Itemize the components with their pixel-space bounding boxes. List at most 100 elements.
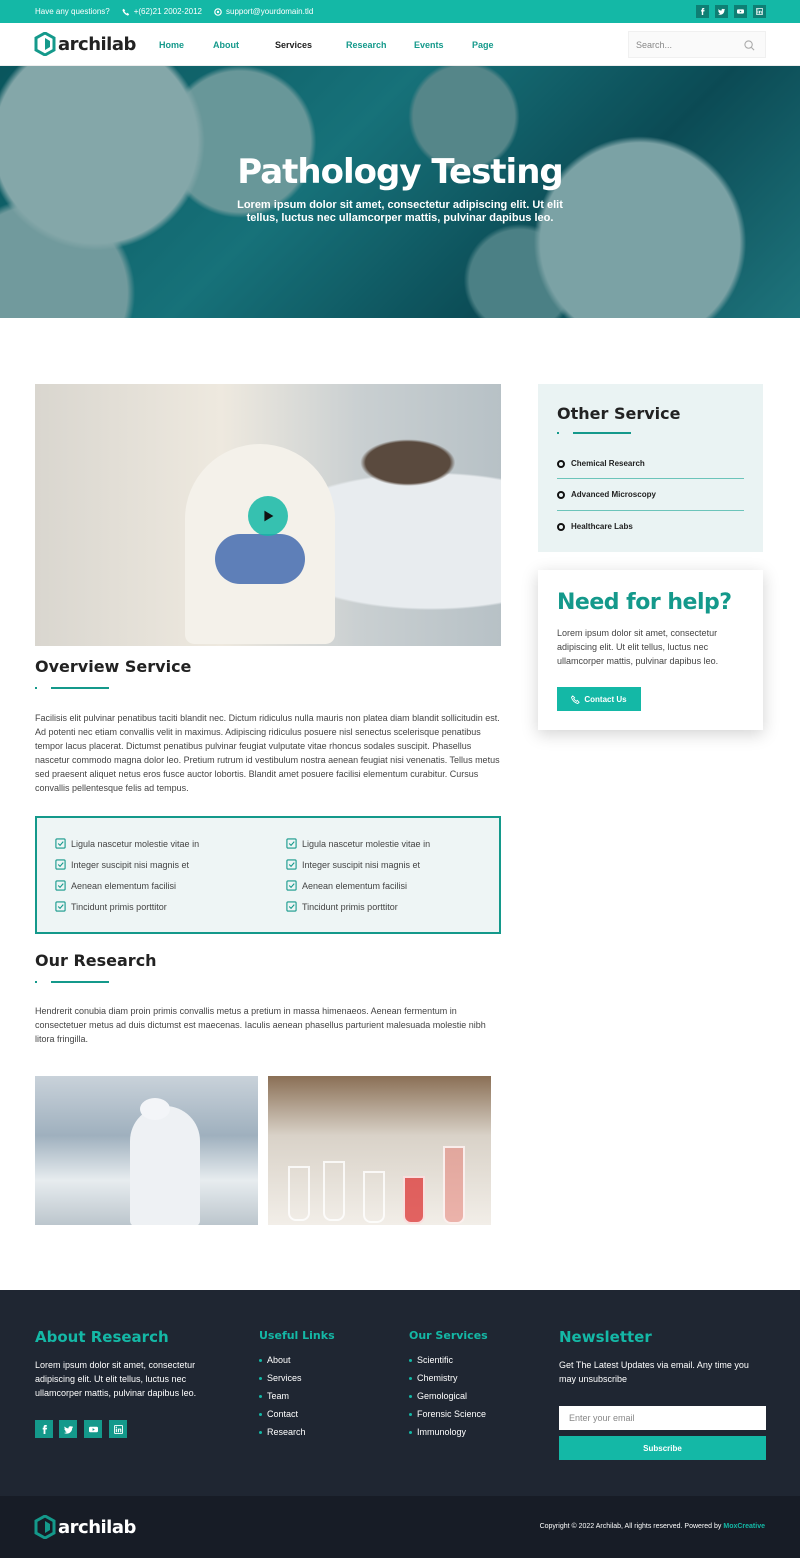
check-item: Aenean elementum facilisi — [286, 880, 407, 891]
footer-about-title: About Research — [35, 1328, 169, 1346]
check-text: Tincidunt primis porttitor — [302, 901, 398, 912]
other-item[interactable]: Chemical Research — [557, 459, 744, 468]
research-underline — [35, 981, 109, 983]
other-service-title: Other Service — [557, 404, 681, 423]
footer-link[interactable]: Contact — [259, 1409, 298, 1419]
search-input[interactable]: Search... — [628, 31, 766, 58]
check-text: Ligula nascetur molestie vitae in — [71, 838, 200, 849]
footer-service-link[interactable]: Chemistry — [409, 1373, 458, 1383]
logo[interactable]: archilab — [34, 32, 136, 56]
check-text: Tincidunt primis porttitor — [71, 901, 167, 912]
powered-by-link[interactable]: MoxCreative — [723, 1523, 765, 1530]
facebook-icon[interactable] — [696, 5, 709, 18]
research-text: Hendrerit conubia diam proin primis conv… — [35, 1006, 486, 1044]
video-thumbnail[interactable] — [35, 384, 501, 646]
youtube-icon[interactable] — [734, 5, 747, 18]
footer-link-label: Research — [267, 1427, 306, 1437]
overview-underline — [35, 687, 109, 689]
footer-service-label: Scientific — [417, 1355, 454, 1365]
other-item[interactable]: Advanced Microscopy — [557, 490, 744, 499]
top-phone[interactable]: +(62)21 2002-2012 — [122, 7, 202, 16]
footer-logo[interactable]: archilab — [34, 1515, 136, 1539]
check-text: Ligula nascetur molestie vitae in — [302, 838, 431, 849]
copyright-text: Copyright © 2022 Archilab, All rights re… — [539, 1523, 722, 1530]
check-square-icon — [286, 859, 297, 870]
other-item-label: Advanced Microscopy — [571, 490, 656, 499]
linkedin-icon[interactable] — [753, 5, 766, 18]
hero-subtitle: Lorem ipsum dolor sit amet, consectetur … — [237, 199, 563, 224]
phone-icon — [571, 694, 581, 704]
footer-service-link[interactable]: Immunology — [409, 1427, 466, 1437]
search-placeholder: Search... — [636, 40, 673, 50]
bullet-icon — [557, 459, 565, 468]
hero-overlay — [0, 66, 800, 318]
footer-service-link[interactable]: Forensic Science — [409, 1409, 486, 1419]
footer-link[interactable]: About — [259, 1355, 291, 1365]
nav-about[interactable]: About — [213, 40, 239, 50]
youtube-icon[interactable] — [84, 1420, 102, 1438]
at-icon — [214, 7, 222, 16]
nav-events[interactable]: Events — [414, 40, 444, 50]
footer-services-title: Our Services — [409, 1329, 488, 1342]
search-icon[interactable] — [744, 40, 755, 51]
twitter-icon[interactable] — [715, 5, 728, 18]
nav-page[interactable]: Page — [472, 40, 494, 50]
contact-us-button[interactable]: Contact Us — [557, 687, 641, 711]
twitter-icon[interactable] — [59, 1420, 77, 1438]
footer-link-label: About — [267, 1355, 291, 1365]
play-icon — [264, 510, 274, 522]
nav-home[interactable]: Home — [159, 40, 184, 50]
linkedin-icon[interactable] — [109, 1420, 127, 1438]
nav-services[interactable]: Services — [275, 40, 312, 50]
footer-link-label: Contact — [267, 1409, 299, 1419]
bullet-icon — [557, 522, 565, 531]
facebook-icon[interactable] — [35, 1420, 53, 1438]
check-text: Aenean elementum facilisi — [302, 880, 408, 891]
other-underline — [557, 432, 631, 434]
scientist-shape — [130, 1106, 200, 1225]
footer-links-title: Useful Links — [259, 1329, 335, 1342]
copyright: Copyright © 2022 Archilab, All rights re… — [540, 1523, 765, 1530]
check-item: Integer suscipit nisi magnis et — [286, 859, 420, 870]
footer-link[interactable]: Team — [259, 1391, 289, 1401]
check-square-icon — [286, 838, 297, 849]
hero-title: Pathology Testing — [237, 152, 564, 192]
logo-hex-icon — [34, 1515, 56, 1539]
subscribe-label: Subscribe — [643, 1443, 682, 1453]
research-title: Our Research — [35, 951, 157, 970]
email-field[interactable]: Enter your email — [559, 1406, 766, 1430]
phone-text: +(62)21 2002-2012 — [133, 7, 202, 16]
check-text: Aenean elementum facilisi — [71, 880, 177, 891]
check-item: Tincidunt primis porttitor — [55, 901, 167, 912]
check-square-icon — [286, 901, 297, 912]
top-email[interactable]: support@yourdomain.tld — [214, 7, 313, 16]
logo-text: archilab — [58, 33, 136, 55]
overview-title: Overview Service — [35, 657, 192, 676]
check-item: Aenean elementum facilisi — [55, 880, 176, 891]
logo-hex-icon — [34, 32, 56, 56]
overview-text: Facilisis elit pulvinar penatibus taciti… — [35, 713, 500, 793]
help-title: Need for help? — [557, 590, 732, 615]
play-button[interactable] — [248, 496, 288, 536]
bullet-icon — [557, 490, 565, 499]
top-bar: Have any questions? +(62)21 2002-2012 su… — [0, 0, 800, 23]
research-image-tubes — [268, 1076, 491, 1225]
nav-research[interactable]: Research — [346, 40, 387, 50]
footer-service-label: Immunology — [417, 1427, 467, 1437]
footer-link[interactable]: Services — [259, 1373, 302, 1383]
phone-icon — [122, 8, 129, 16]
other-service-panel: Other Service Chemical Research Advanced… — [538, 384, 763, 552]
hero-banner: Pathology Testing Lorem ipsum dolor sit … — [0, 66, 800, 318]
check-square-icon — [55, 901, 66, 912]
footer-link[interactable]: Research — [259, 1427, 306, 1437]
email-text: support@yourdomain.tld — [226, 7, 314, 16]
tube-shape — [288, 1166, 310, 1221]
checklist-panel: Ligula nascetur molestie vitae in Intege… — [35, 816, 501, 934]
other-item[interactable]: Healthcare Labs — [557, 522, 744, 531]
glove-shape — [215, 534, 305, 584]
research-image-lab — [35, 1076, 258, 1225]
footer-service-link[interactable]: Scientific — [409, 1355, 453, 1365]
footer-service-link[interactable]: Gemological — [409, 1391, 467, 1401]
divider — [557, 478, 744, 479]
subscribe-button[interactable]: Subscribe — [559, 1436, 766, 1460]
